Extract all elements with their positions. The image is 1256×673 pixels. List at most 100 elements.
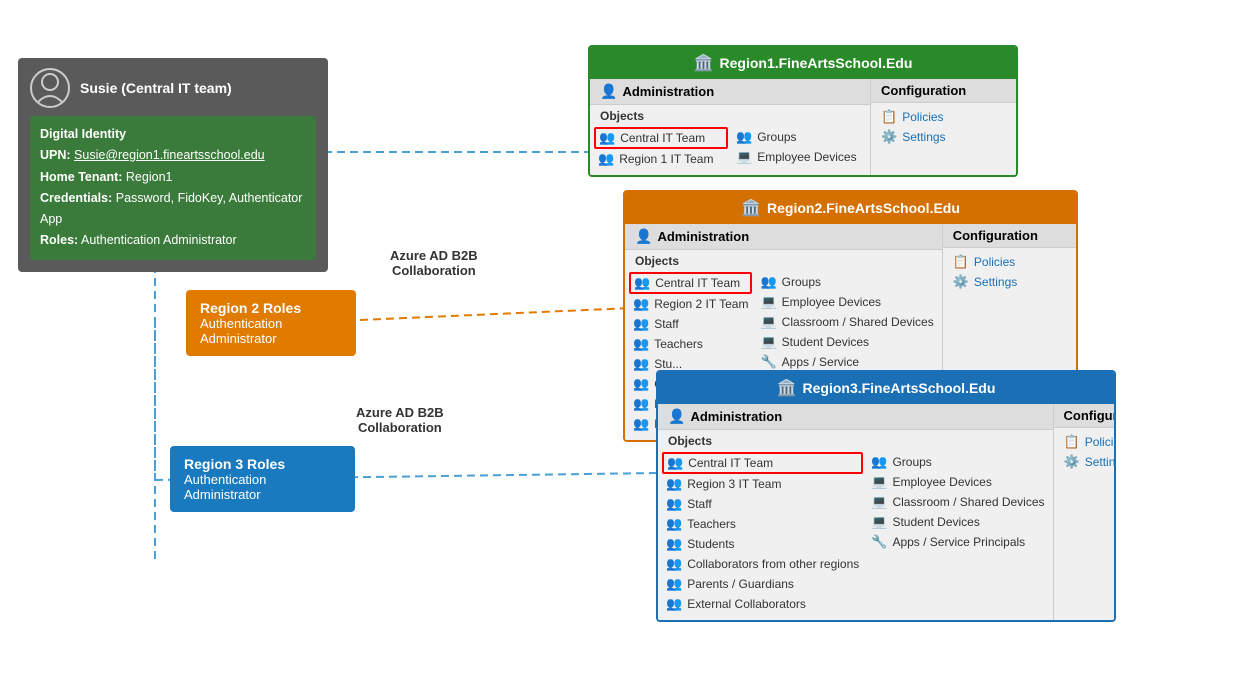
region3-sections: 👤 Administration Objects 👥 Central IT Te… <box>658 404 1114 620</box>
region3-student-devices: 💻 Student Devices <box>867 512 1048 532</box>
roles-row: Roles: Authentication Administrator <box>40 230 306 251</box>
region1-config: Configuration 📋 Policies ⚙️ Settings <box>871 79 1016 175</box>
region3-admin-cols: 👥 Central IT Team 👥 Region 3 IT Team 👥 S… <box>658 450 1053 620</box>
group-icon: 👥 <box>736 129 752 145</box>
region3-external: 👥 External Collaborators <box>662 594 863 614</box>
roles-region2-title: Region 2 Roles <box>200 300 342 316</box>
policy-icon: 📋 <box>1064 434 1080 450</box>
region3-icon: 🏛️ <box>777 378 797 398</box>
region3-objects-label: Objects <box>658 430 1053 450</box>
region2-groups: 👥 Groups <box>756 272 937 292</box>
admin-icon: 👤 <box>600 83 617 100</box>
upn-row: UPN: Susie@region1.fineartsschool.edu <box>40 145 306 166</box>
region3-config: Configuration 📋 Policies ⚙️ Settings <box>1054 404 1116 620</box>
region1-employee-devices: 💻 Employee Devices <box>732 147 866 167</box>
region2-employee-devices: 💻 Employee Devices <box>756 292 937 312</box>
region3-parents: 👥 Parents / Guardians <box>662 574 863 594</box>
region1-groups: 👥 Groups <box>732 127 866 147</box>
region2-icon: 🏛️ <box>741 198 761 218</box>
region2-config-header: Configuration <box>943 224 1076 248</box>
region3-teachers: 👥 Teachers <box>662 514 863 534</box>
region2-staff: 👥 Staff <box>629 314 752 334</box>
susie-body: Digital Identity UPN: Susie@region1.fine… <box>30 116 316 260</box>
roles-region3-box: Region 3 Roles Authentication Administra… <box>170 446 355 512</box>
credentials-row: Credentials: Password, FidoKey, Authenti… <box>40 188 306 231</box>
roles-region3-title: Region 3 Roles <box>184 456 341 472</box>
region1-config-items: 📋 Policies ⚙️ Settings <box>871 103 1016 151</box>
device-icon: 💻 <box>736 149 752 165</box>
region2-admin-header: 👤 Administration <box>625 224 942 250</box>
admin-icon: 👤 <box>635 228 652 245</box>
settings-icon: ⚙️ <box>953 274 969 290</box>
region1-admin-cols: 👥 Central IT Team 👥 Region 1 IT Team 👥 G… <box>590 125 870 175</box>
group-icon: 👥 <box>598 151 614 167</box>
region2-config-items: 📋 Policies ⚙️ Settings <box>943 248 1076 296</box>
region1-right-col: 👥 Groups 💻 Employee Devices <box>732 127 866 169</box>
region2-policies: 📋 Policies <box>951 252 1068 272</box>
susie-panel: Susie (Central IT team) Digital Identity… <box>18 58 328 272</box>
susie-avatar <box>30 68 70 108</box>
policy-icon: 📋 <box>881 109 897 125</box>
region3-apps: 🔧 Apps / Service Principals <box>867 532 1048 552</box>
region1-title: Region1.FineArtsSchool.Edu <box>720 55 913 71</box>
susie-name: Susie (Central IT team) <box>80 80 232 96</box>
policy-icon: 📋 <box>953 254 969 270</box>
region3-settings: ⚙️ Settings <box>1062 452 1116 472</box>
region3-central-it: 👥 Central IT Team <box>662 452 863 474</box>
region2-apps: 🔧 Apps / Service <box>756 352 937 372</box>
region1-panel: 🏛️ Region1.FineArtsSchool.Edu 👤 Administ… <box>588 45 1018 177</box>
admin-icon: 👤 <box>668 408 685 425</box>
susie-header: Susie (Central IT team) <box>30 68 316 108</box>
region2-it-team: 👥 Region 2 IT Team <box>629 294 752 314</box>
digital-identity-label: Digital Identity <box>40 124 306 145</box>
region1-header: 🏛️ Region1.FineArtsSchool.Edu <box>590 47 1016 79</box>
region3-collaborators: 👥 Collaborators from other regions <box>662 554 863 574</box>
azure-b2b-label-2: Azure AD B2BCollaboration <box>356 405 444 435</box>
region3-left-col: 👥 Central IT Team 👥 Region 3 IT Team 👥 S… <box>662 452 863 614</box>
azure-b2b-label-1: Azure AD B2BCollaboration <box>390 248 478 278</box>
region2-title: Region2.FineArtsSchool.Edu <box>767 200 960 216</box>
region3-classroom-devices: 💻 Classroom / Shared Devices <box>867 492 1048 512</box>
group-icon: 👥 <box>599 130 615 146</box>
region2-header: 🏛️ Region2.FineArtsSchool.Edu <box>625 192 1076 224</box>
region3-admin: 👤 Administration Objects 👥 Central IT Te… <box>658 404 1054 620</box>
region2-settings: ⚙️ Settings <box>951 272 1068 292</box>
group-icon: 👥 <box>634 275 650 291</box>
roles-region2-subtitle: Authentication Administrator <box>200 316 342 346</box>
region1-admin: 👤 Administration Objects 👥 Central IT Te… <box>590 79 871 175</box>
main-container: Susie (Central IT team) Digital Identity… <box>0 0 1256 673</box>
region3-staff: 👥 Staff <box>662 494 863 514</box>
region1-it-team: 👥 Region 1 IT Team <box>594 149 728 169</box>
settings-icon: ⚙️ <box>881 129 897 145</box>
settings-icon: ⚙️ <box>1064 454 1080 470</box>
region3-groups: 👥 Groups <box>867 452 1048 472</box>
region2-objects-label: Objects <box>625 250 942 270</box>
roles-region2-box: Region 2 Roles Authentication Administra… <box>186 290 356 356</box>
region1-config-header: Configuration <box>871 79 1016 103</box>
region2-teachers: 👥 Teachers <box>629 334 752 354</box>
region1-policies: 📋 Policies <box>879 107 1008 127</box>
region1-central-it: 👥 Central IT Team <box>594 127 728 149</box>
region1-icon: 🏛️ <box>694 53 714 73</box>
home-tenant-row: Home Tenant: Region1 <box>40 167 306 188</box>
region2-student-devices: 💻 Student Devices <box>756 332 937 352</box>
region3-right-col: 👥 Groups 💻 Employee Devices 💻 Classroom … <box>867 452 1048 614</box>
roles-region3-subtitle: Authentication Administrator <box>184 472 341 502</box>
region3-students: 👥 Students <box>662 534 863 554</box>
region1-left-col: 👥 Central IT Team 👥 Region 1 IT Team <box>594 127 728 169</box>
region3-title: Region3.FineArtsSchool.Edu <box>803 380 996 396</box>
region1-admin-header: 👤 Administration <box>590 79 870 105</box>
group-icon: 👥 <box>633 296 649 312</box>
region3-config-header: Configuration <box>1054 404 1116 428</box>
region3-panel: 🏛️ Region3.FineArtsSchool.Edu 👤 Administ… <box>656 370 1116 622</box>
region1-objects-label: Objects <box>590 105 870 125</box>
group-icon: 👥 <box>667 455 683 471</box>
region3-header: 🏛️ Region3.FineArtsSchool.Edu <box>658 372 1114 404</box>
region3-admin-header: 👤 Administration <box>658 404 1053 430</box>
region3-policies: 📋 Policies <box>1062 432 1116 452</box>
region3-config-items: 📋 Policies ⚙️ Settings <box>1054 428 1116 476</box>
region2-classroom-devices: 💻 Classroom / Shared Devices <box>756 312 937 332</box>
region1-sections: 👤 Administration Objects 👥 Central IT Te… <box>590 79 1016 175</box>
region1-settings: ⚙️ Settings <box>879 127 1008 147</box>
region3-it-team: 👥 Region 3 IT Team <box>662 474 863 494</box>
